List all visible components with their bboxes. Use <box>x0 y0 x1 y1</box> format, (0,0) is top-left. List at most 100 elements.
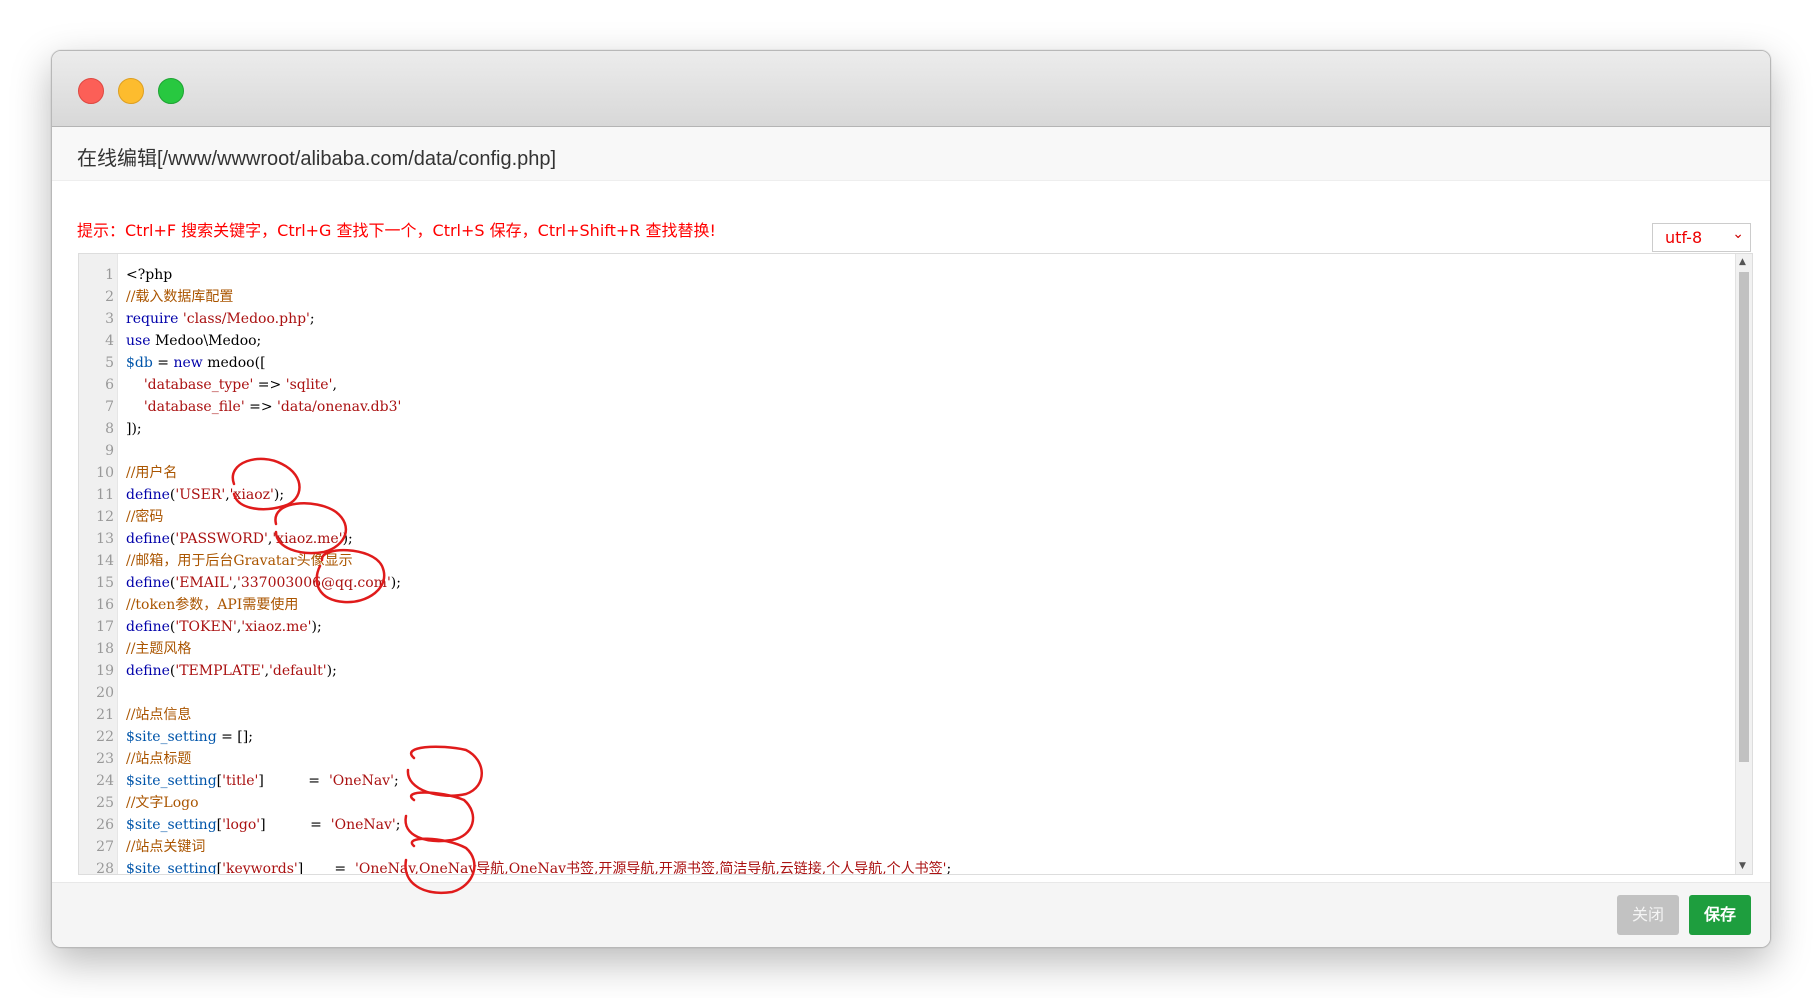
chevron-down-icon: ⌄ <box>1732 226 1744 242</box>
code-lines[interactable]: 1 <?php 2 //载入数据库配置 3 require 'class/Medoo.ph… <box>79 264 1734 875</box>
code-token: //站点关键词 <box>126 839 206 855</box>
code-line[interactable]: 18 //主题风格 <box>79 638 1734 660</box>
code-line[interactable]: 11 define('USER','xiaoz'); <box>79 484 1734 506</box>
code-text: 'database_file' => 'data/onenav.db3' <box>126 396 402 418</box>
code-line[interactable]: 23 //站点标题 <box>79 748 1734 770</box>
code-line[interactable]: 12 //密码 <box>79 506 1734 528</box>
code-text: require 'class/Medoo.php'; <box>126 308 315 330</box>
code-token: 'OneNav,OneNav导航,OneNav书签,开源导航,开源书签,简洁导航… <box>355 861 947 875</box>
code-line[interactable]: 24 $site_setting['title'] = 'OneNav'; <box>79 770 1734 792</box>
code-token: <?php <box>126 267 173 283</box>
code-token: , <box>332 377 337 393</box>
line-number: 9 <box>105 443 114 459</box>
code-text: <?php <box>126 264 172 286</box>
code-editor[interactable]: 1 <?php 2 //载入数据库配置 3 require 'class/Medoo.ph… <box>78 253 1753 875</box>
code-token: use <box>126 333 151 349</box>
code-line[interactable]: 19 define('TEMPLATE','default'); <box>79 660 1734 682</box>
code-line[interactable]: 5 $db = new medoo([ <box>79 352 1734 374</box>
code-line[interactable]: 4 use Medoo\Medoo; <box>79 330 1734 352</box>
code-text: //密码 <box>126 506 163 528</box>
scroll-up-icon[interactable]: ▲ <box>1739 257 1746 267</box>
code-token: //站点信息 <box>126 707 192 723</box>
line-number: 5 <box>105 355 114 371</box>
code-line[interactable]: 27 //站点关键词 <box>79 836 1734 858</box>
line-number: 20 <box>96 685 114 701</box>
code-token: 'database_type' <box>143 377 254 393</box>
code-text: //站点信息 <box>126 704 191 726</box>
line-number: 12 <box>96 509 114 525</box>
code-token: 'USER' <box>175 487 226 503</box>
dialog-header: 在线编辑[/www/wwwroot/alibaba.com/data/confi… <box>52 127 1770 181</box>
code-line[interactable]: 17 define('TOKEN','xiaoz.me'); <box>79 616 1734 638</box>
code-token: 'keywords' <box>222 861 298 875</box>
code-line[interactable]: 9 <box>79 440 1734 462</box>
scroll-down-icon[interactable]: ▼ <box>1739 861 1746 871</box>
line-number: 18 <box>96 641 114 657</box>
code-line[interactable]: 28 $site_setting['keywords'] = 'OneNav,On… <box>79 858 1734 875</box>
code-token: //文字Logo <box>126 795 199 811</box>
code-token: 'TOKEN' <box>175 619 237 635</box>
code-token: 'database_file' <box>143 399 245 415</box>
code-token: ]); <box>126 421 142 437</box>
line-number: 2 <box>105 289 114 305</box>
close-window-icon[interactable] <box>78 78 104 104</box>
code-line[interactable]: 21 //站点信息 <box>79 704 1734 726</box>
code-line[interactable]: 26 $site_setting['logo'] = 'OneNav'; <box>79 814 1734 836</box>
line-number: 22 <box>96 729 114 745</box>
code-token: define <box>126 663 170 679</box>
line-number: 14 <box>96 553 114 569</box>
dialog-footer: 关闭 保存 <box>52 882 1770 947</box>
code-line[interactable]: 8]); <box>79 418 1734 440</box>
code-line[interactable]: 15 define('EMAIL','337003006@qq.com'); <box>79 572 1734 594</box>
line-number: 17 <box>96 619 114 635</box>
code-token: 'EMAIL' <box>175 575 233 591</box>
code-text: define('EMAIL','337003006@qq.com'); <box>126 572 401 594</box>
code-line[interactable]: 3 require 'class/Medoo.php'; <box>79 308 1734 330</box>
code-text: define('TOKEN','xiaoz.me'); <box>126 616 322 638</box>
zoom-window-icon[interactable] <box>158 78 184 104</box>
code-line[interactable]: 16 //token参数，API需要使用 <box>79 594 1734 616</box>
code-line[interactable]: 25 //文字Logo <box>79 792 1734 814</box>
code-token: define <box>126 487 170 503</box>
line-number: 24 <box>96 773 114 789</box>
code-token: medoo([ <box>202 355 266 371</box>
minimize-window-icon[interactable] <box>118 78 144 104</box>
code-line[interactable]: 1 <?php <box>79 264 1734 286</box>
code-line[interactable]: 22 $site_setting = []; <box>79 726 1734 748</box>
code-token: //站点标题 <box>126 751 192 767</box>
line-number: 23 <box>96 751 114 767</box>
line-number: 26 <box>96 817 114 833</box>
code-line[interactable]: 6 'database_type' => 'sqlite', <box>79 374 1734 396</box>
line-number: 28 <box>96 861 114 875</box>
line-number: 7 <box>105 399 114 415</box>
code-token: = <box>152 355 174 371</box>
code-token: 'class/Medoo.php' <box>182 311 310 327</box>
code-token: 'OneNav' <box>328 773 394 789</box>
code-line[interactable]: 10 //用户名 <box>79 462 1734 484</box>
code-text: $db = new medoo([ <box>126 352 266 374</box>
code-token: 'sqlite' <box>285 377 333 393</box>
save-button[interactable]: 保存 <box>1689 895 1751 935</box>
code-token: new <box>173 355 203 371</box>
code-text: define('PASSWORD','xiaoz.me'); <box>126 528 353 550</box>
code-token: //主题风格 <box>126 641 192 657</box>
scrollbar-thumb[interactable] <box>1739 272 1749 762</box>
code-token: ); <box>390 575 401 591</box>
line-number: 15 <box>96 575 114 591</box>
code-token: require <box>126 311 179 327</box>
editor-scrollbar[interactable]: ▲ ▼ <box>1735 254 1752 874</box>
code-text: 'database_type' => 'sqlite', <box>126 374 337 396</box>
code-line[interactable]: 14 //邮箱，用于后台Gravatar头像显示 <box>79 550 1734 572</box>
close-button[interactable]: 关闭 <box>1617 895 1679 935</box>
line-number: 13 <box>96 531 114 547</box>
code-token: 'data/onenav.db3' <box>277 399 402 415</box>
code-token: ; <box>395 817 401 833</box>
encoding-select[interactable]: utf-8 ⌄ <box>1652 223 1751 252</box>
code-token: ); <box>311 619 322 635</box>
code-token: => <box>253 377 286 393</box>
code-line[interactable]: 13 define('PASSWORD','xiaoz.me'); <box>79 528 1734 550</box>
code-line[interactable]: 2 //载入数据库配置 <box>79 286 1734 308</box>
code-token: 'OneNav' <box>330 817 396 833</box>
code-line[interactable]: 20 <box>79 682 1734 704</box>
code-line[interactable]: 7 'database_file' => 'data/onenav.db3' <box>79 396 1734 418</box>
